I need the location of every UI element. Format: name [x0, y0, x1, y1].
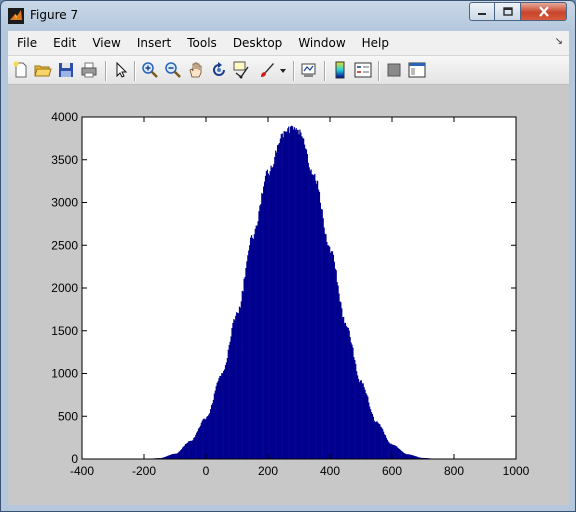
edit-plot-arrow-icon[interactable] [112, 61, 130, 79]
toolbar-separator [324, 61, 326, 81]
y-tick-label: 4000 [51, 110, 78, 124]
toolbar-separator [293, 61, 295, 81]
menu-window[interactable]: Window [290, 36, 353, 50]
zoom-out-icon[interactable] [164, 61, 182, 79]
menu-dock-arrow-icon[interactable]: ↘ [555, 36, 563, 47]
matlab-logo-icon [8, 8, 24, 24]
y-tick-label: 2000 [51, 281, 78, 295]
x-tick-label: -200 [132, 464, 156, 478]
print-icon[interactable] [80, 61, 98, 79]
figure-canvas[interactable]: -400 -200 0 200 400 600 800 1000 0 500 1000 1500 200… [8, 85, 569, 505]
data-cursor-icon[interactable] [233, 61, 251, 79]
figure-window: Figure 7 File Edit View Insert Tools Des… [0, 0, 576, 512]
close-icon [538, 6, 549, 17]
figure-toolbar [8, 56, 569, 85]
y-tick-label: 1000 [51, 367, 78, 381]
y-tick-label: 500 [58, 409, 78, 423]
menu-desktop[interactable]: Desktop [225, 36, 291, 50]
toolbar-separator [134, 61, 136, 81]
zoom-in-icon[interactable] [141, 61, 159, 79]
x-tick-label: 1000 [503, 464, 530, 478]
menu-help[interactable]: Help [354, 36, 397, 50]
minimize-button[interactable] [469, 2, 495, 21]
y-tick-label: 3000 [51, 196, 78, 210]
menu-bar: File Edit View Insert Tools Desktop Wind… [8, 31, 569, 56]
window-title: Figure 7 [30, 8, 79, 22]
legend-icon[interactable] [354, 61, 372, 79]
maximize-icon [502, 7, 513, 16]
close-button[interactable] [521, 2, 567, 21]
x-tick-label: 800 [444, 464, 464, 478]
toolbar-separator [105, 61, 107, 81]
y-tick-label: 0 [71, 452, 78, 466]
menu-insert[interactable]: Insert [129, 36, 179, 50]
hide-plot-tools-icon[interactable] [385, 61, 403, 79]
link-plot-icon[interactable] [300, 61, 318, 79]
minimize-icon [478, 12, 486, 15]
x-tick-label: 0 [203, 464, 210, 478]
x-tick-label: -400 [70, 464, 94, 478]
menu-file[interactable]: File [8, 36, 45, 50]
menu-edit[interactable]: Edit [45, 36, 84, 50]
y-tick-label: 3500 [51, 153, 78, 167]
open-file-icon[interactable] [34, 61, 52, 79]
colorbar-icon[interactable] [331, 61, 349, 79]
y-tick-label: 1500 [51, 324, 78, 338]
x-tick-label: 400 [320, 464, 340, 478]
maximize-button[interactable] [495, 2, 521, 21]
brush-icon[interactable] [258, 61, 276, 79]
menu-tools[interactable]: Tools [179, 36, 225, 50]
x-tick-label: 200 [258, 464, 278, 478]
x-tick-label: 600 [382, 464, 402, 478]
rotate-3d-icon[interactable] [210, 61, 228, 79]
y-tick-label: 2500 [51, 238, 78, 252]
toolbar-separator [378, 61, 380, 81]
title-bar[interactable]: Figure 7 [1, 1, 575, 31]
pan-hand-icon[interactable] [187, 61, 205, 79]
menu-view[interactable]: View [84, 36, 128, 50]
new-figure-icon[interactable] [12, 61, 30, 79]
histogram-axes[interactable]: -400 -200 0 200 400 600 800 1000 0 500 1000 1500 200… [8, 85, 569, 505]
brush-dropdown-icon[interactable] [278, 61, 288, 79]
show-plot-tools-icon[interactable] [408, 61, 426, 79]
save-icon[interactable] [57, 61, 75, 79]
